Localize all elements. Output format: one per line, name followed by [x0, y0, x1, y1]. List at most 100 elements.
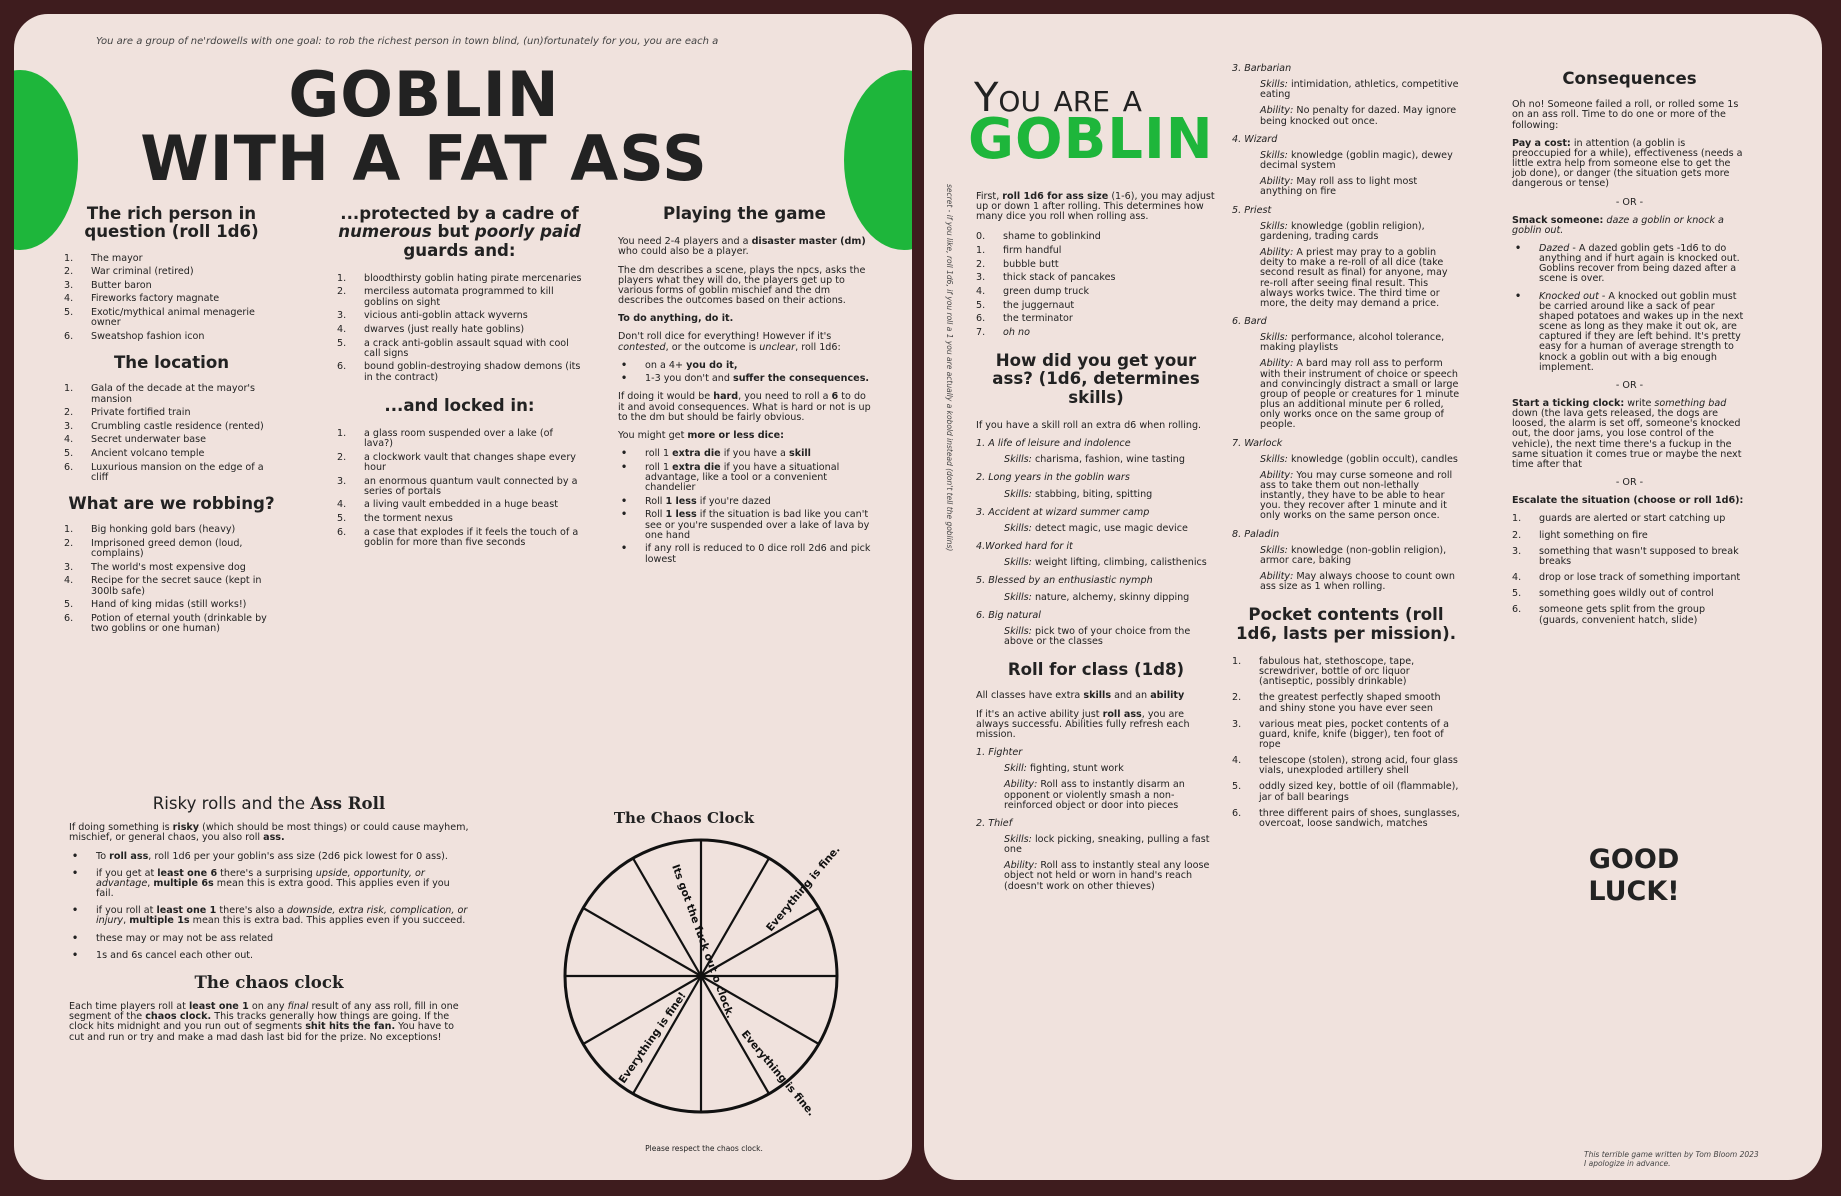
list-item: 3. vicious anti-goblin attack wyverns [337, 310, 528, 322]
list-item: 4. telescope (stolen), strong acid, four … [1232, 755, 1458, 777]
list-item: • on a 4+ you do it, [621, 359, 738, 371]
list-item: 1. fabulous hat, stethoscope, tape, screw… [1232, 655, 1415, 688]
guards-list: 1. bloodthirsty goblin hating pirate merc… [337, 272, 582, 383]
list-item: 5. oddly sized key, bottle of oil (flamma… [1232, 781, 1459, 803]
do-it-paragraph: To do anything, do it. [618, 313, 734, 325]
class-priest-skills: Skills: knowledge (goblin religion), gar… [1260, 220, 1425, 242]
skill-origin-6-skills: Skills: pick two of your choice from the… [1004, 625, 1191, 647]
hard-paragraph: If doing it would be hard, you need to r… [618, 391, 871, 423]
ass-roll-list: • To roll ass, roll 1d6 per your goblin's… [69, 850, 469, 961]
list-item: 3. an enormous quantum vault connected by… [337, 475, 578, 497]
list-item: 2. Imprisoned greed demon (loud, complain… [64, 538, 243, 560]
class-thief: 2. Thief [976, 817, 1013, 829]
kobold-side-note: secret - if you like, roll 1d6, if you r… [945, 184, 954, 552]
list-item: 1. guards are alerted or start catching u… [1512, 513, 1726, 525]
clock-caption: Please respect the chaos clock. [645, 1144, 763, 1153]
playing-heading: Playing the game [663, 204, 826, 223]
smack-list: • Dazed - A dazed goblin gets -1d6 to do … [1512, 242, 1747, 373]
risky-paragraph: If doing something is risky (which shoul… [69, 822, 469, 844]
list-item: 1. The mayor [64, 252, 143, 264]
risky-rolls-heading: Risky rolls and the Ass Roll [152, 793, 386, 813]
list-item: 7. oh no [976, 327, 1030, 339]
robbing-heading: What are we robbing? [68, 494, 275, 514]
ass-size-list: 0. shame to goblinkind 1. firm handful 2. b… [976, 232, 1216, 338]
skill-origin-4-skills: Skills: weight lifting, climbing, calist… [1004, 557, 1207, 569]
locked-list: 1. a glass room suspended over a lake (of… [337, 427, 582, 548]
title-goblin: GOBLIN [288, 58, 560, 131]
list-item: 1. a glass room suspended over a lake (of… [337, 427, 553, 450]
location-heading: The location [113, 353, 230, 373]
or-divider: - OR - [1615, 379, 1644, 391]
skill-origin-1-skills: Skills: charisma, fashion, wine tasting [1004, 454, 1185, 466]
class-thief-skills: Skills: lock picking, sneaking, pulling … [1004, 833, 1210, 856]
skill-origin-2-skills: Skills: stabbing, biting, spitting [1004, 488, 1153, 500]
list-item: 4. Recipe for the secret sauce (kept in 3… [64, 575, 262, 597]
list-item: 3. The world's most expensive dog [64, 561, 246, 573]
rich-person-heading: The rich person in question (roll 1d6) [84, 204, 259, 242]
list-item: • To roll ass, roll 1d6 per your goblin's… [72, 850, 448, 862]
list-item: 6. Luxurious mansion on the edge of a cli… [64, 461, 264, 483]
playing-section: Playing the game You need 2-4 players an… [618, 204, 871, 568]
list-item: • Knocked out - A knocked out goblin must… [1515, 290, 1744, 373]
list-item: • Roll 1 less if the situation is bad lik… [621, 509, 870, 541]
class-priest-ability: Ability: A priest may pray to a goblin d… [1260, 247, 1448, 309]
dice-modifier-list: • roll 1 extra die if you have a skill • r… [618, 448, 871, 565]
class-wizard-ability: Ability: May roll ass to light most anyt… [1260, 176, 1418, 198]
consequences-section: Consequences Oh no! Someone failed a rol… [1512, 69, 1747, 632]
list-item: 5. something goes wildly out of control [1512, 588, 1714, 600]
list-item: 3. various meat pies, pocket contents of … [1232, 718, 1449, 750]
list-item: 6. someone gets split from the group (gua… [1512, 604, 1706, 626]
class-bard: 6. Bard [1232, 315, 1267, 327]
dm-paragraph: The dm describes a scene, plays the npcs… [618, 264, 866, 307]
list-item: 1. Gala of the decade at the mayor's mans… [64, 383, 256, 405]
skill-origin-6: 6. Big natural [976, 609, 1041, 621]
list-item: 6. a case that explodes if it feels the t… [337, 526, 579, 548]
list-item: 6. bound goblin-destroying shadow demons … [337, 361, 581, 383]
list-item: 4. Fireworks factory magnate [64, 293, 220, 305]
ticking-clock: Start a ticking clock: write something b… [1512, 398, 1742, 470]
class-fighter-skill: Skill: fighting, stunt work [1004, 763, 1124, 775]
class-barbarian-skills: Skills: intimidation, athletics, competi… [1260, 79, 1459, 101]
skills-list: 1. A life of leisure and indolence Skill… [976, 438, 1216, 647]
list-item: 1. firm handful [976, 245, 1062, 257]
list-item: 5. the torment nexus [337, 513, 453, 524]
class-bard-skills: Skills: performance, alcohol tolerance, … [1260, 332, 1445, 354]
class-wizard: 4. Wizard [1232, 133, 1278, 145]
pocket-list: 1. fabulous hat, stethoscope, tape, screw… [1232, 655, 1460, 829]
list-item: 1. bloodthirsty goblin hating pirate merc… [337, 272, 582, 284]
class-paladin: 8. Paladin [1232, 528, 1280, 540]
escalate-list: 1. guards are alerted or start catching u… [1512, 514, 1747, 625]
chaos-clock-title: The Chaos Clock [613, 809, 755, 827]
pocket-heading: Pocket contents (roll 1d6, lasts per mis… [1235, 605, 1456, 643]
class-priest: 5. Priest [1232, 204, 1272, 216]
list-item: • Dazed - A dazed goblin gets -1d6 to do … [1515, 242, 1740, 285]
list-item: 4. green dump truck [976, 286, 1090, 298]
list-item: 2. the greatest perfectly shaped smooth a… [1232, 692, 1441, 714]
list-item: 2. a clockwork vault that changes shape e… [337, 451, 576, 473]
skills-heading: How did you get your ass? (1d6, determin… [992, 351, 1200, 407]
guards-heading: ...protected by a cadre of numerous but … [338, 204, 581, 260]
locked-heading: ...and locked in: [384, 395, 535, 415]
list-item: • 1-3 you don't and suffer the consequenc… [621, 373, 870, 385]
consequences-intro: Oh no! Someone failed a roll, or rolled … [1512, 99, 1739, 131]
class-paladin-ability: Ability: May always choose to count own … [1260, 571, 1455, 593]
outcome-list: • on a 4+ you do it, • 1-3 you don't and s… [618, 359, 871, 385]
or-divider: - OR - [1615, 196, 1644, 208]
class-barbarian: 3. Barbarian [1232, 63, 1292, 74]
class-fighter-ability: Ability: Roll ass to instantly disarm an… [1004, 779, 1185, 811]
list-item: 2. light something on fire [1512, 529, 1648, 541]
class-intro-1: All classes have extra skills and an abi… [976, 690, 1185, 702]
skills-intro: If you have a skill roll an extra d6 whe… [976, 419, 1202, 431]
more-dice-paragraph: You might get more or less dice: [618, 429, 784, 441]
robbing-list: 1. Big honking gold bars (heavy) 2. Impris… [64, 525, 279, 634]
list-item: 3. Crumbling castle residence (rented) [64, 420, 264, 432]
class-bard-ability: Ability: A bard may roll ass to perform … [1260, 358, 1460, 431]
chaos-clock-heading: The chaos clock [194, 971, 344, 992]
list-item: 2. merciless automata programmed to kill … [337, 286, 554, 308]
list-item: 0. shame to goblinkind [976, 231, 1101, 243]
dice-paragraph: Don't roll dice for everything! However … [618, 331, 841, 353]
list-item: 4. dwarves (just really hate goblins) [337, 323, 525, 335]
guards-section: ...protected by a cadre of numerous but … [337, 204, 582, 551]
list-item: 5. a crack anti-goblin assault squad with… [337, 337, 569, 359]
players-paragraph: You need 2-4 players and a disaster mast… [618, 236, 866, 258]
